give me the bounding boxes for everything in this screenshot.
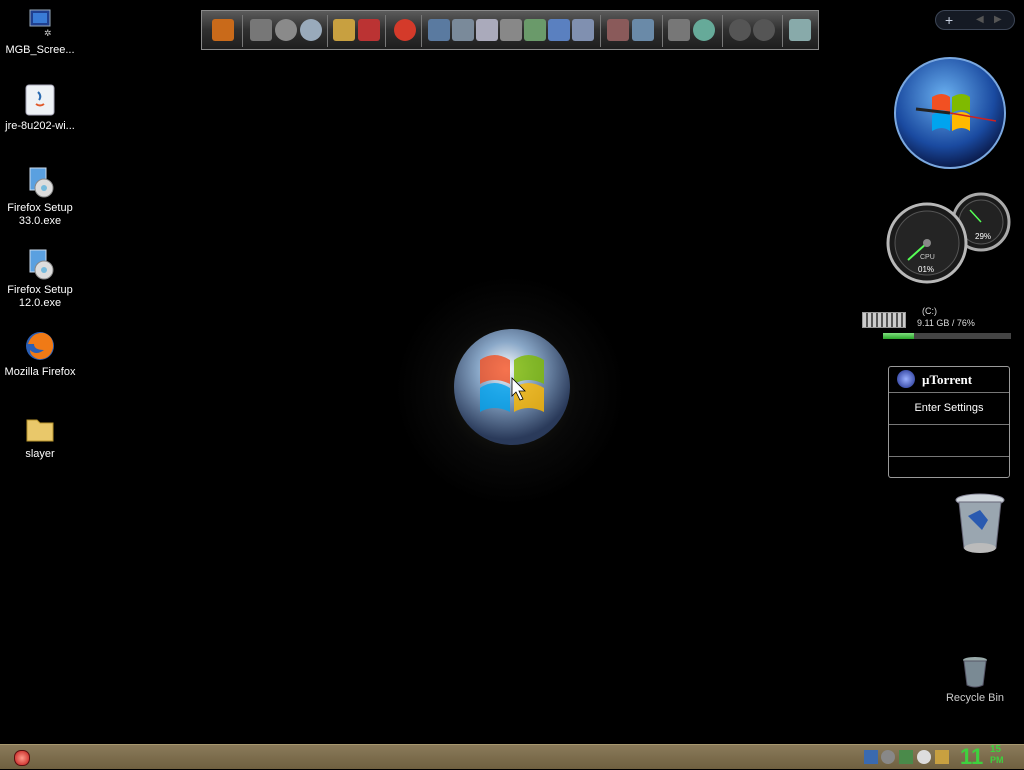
utorrent-gadget: µTorrent Enter Settings [888, 366, 1010, 478]
utorrent-empty-row [889, 425, 1009, 457]
start-button[interactable] [14, 750, 30, 766]
installer-icon [24, 166, 56, 198]
apps-grid-icon[interactable] [572, 19, 594, 41]
utorrent-title: µTorrent [922, 372, 973, 387]
trash-icon[interactable] [789, 19, 811, 41]
drive-meter-gadget[interactable]: (C:) 9.11 GB / 76% [860, 304, 1015, 342]
dock-separator [600, 15, 601, 47]
settings-icon[interactable] [668, 19, 690, 41]
desktop-icon-firefox-setup-12[interactable]: Firefox Setup 12.0.exe [0, 248, 80, 310]
cpu-label: CPU [920, 254, 935, 261]
disc-icon[interactable] [300, 19, 322, 41]
dock-toolbar [201, 10, 819, 50]
cpu-value: 01% [918, 265, 935, 274]
update-tray-icon[interactable] [899, 750, 913, 764]
tools-tray-icon[interactable] [881, 750, 895, 764]
drive-label: (C:) [922, 306, 937, 316]
enter-settings-link[interactable]: Enter Settings [889, 393, 1009, 425]
document-icon[interactable] [524, 19, 546, 41]
book-icon[interactable] [358, 19, 380, 41]
windows-orb-clock-gadget[interactable] [894, 57, 1006, 169]
dock-separator [782, 15, 783, 47]
utorrent-logo-icon [897, 370, 915, 388]
desktop-icon-label: slayer [25, 448, 55, 460]
drive-usage-fill [883, 333, 914, 339]
desktop-icon-label: Recycle Bin [945, 692, 1005, 704]
cpu-meter-gadget[interactable]: CPU 01% 29% [886, 192, 1012, 284]
desktop-icon-label: Firefox Setup 33.0.exe [7, 202, 73, 227]
dock-separator [722, 15, 723, 47]
desktop-icon-jre[interactable]: jre-8u202-wi... [0, 84, 80, 133]
wand-tray-icon[interactable] [935, 750, 949, 764]
dock-separator [421, 15, 422, 47]
screenshot-app-icon: ✲ [24, 8, 56, 40]
center-globe-logo [380, 250, 640, 520]
desktop-icon-label: MGB_Scree... [5, 44, 75, 56]
desktop-icon-label: Firefox Setup 12.0.exe [7, 284, 73, 309]
desktop-icon-mozilla-firefox[interactable]: Mozilla Firefox [0, 330, 80, 379]
desktop-icon-label: Mozilla Firefox [4, 366, 76, 378]
clock[interactable]: 11 15 PM [958, 744, 1022, 769]
system-tray [862, 748, 954, 766]
dock-separator [662, 15, 663, 47]
prev-desktop-icon[interactable]: ◀ [976, 14, 984, 25]
java-installer-icon [24, 84, 56, 116]
desktop-icon-recycle-bin[interactable]: Recycle Bin [935, 656, 1015, 705]
desktop-icon-label: jre-8u202-wi... [5, 120, 75, 132]
power-icon[interactable] [729, 19, 751, 41]
firefox-icon [24, 330, 56, 362]
clock-ampm: PM [990, 755, 1004, 765]
network-icon[interactable] [452, 19, 474, 41]
dock-separator [385, 15, 386, 47]
utorrent-header: µTorrent [889, 367, 1009, 393]
windows-logo-icon[interactable] [693, 19, 715, 41]
taskbar: 11 15 PM [0, 744, 1024, 769]
clock-hour: 11 [960, 744, 984, 769]
clapper-icon[interactable] [250, 19, 272, 41]
add-desktop-icon[interactable]: + [945, 12, 953, 28]
virtual-desktop-pager: + ◀ ▶ [935, 10, 1015, 30]
paint-palette-icon[interactable] [333, 19, 355, 41]
notepad-icon[interactable] [476, 19, 498, 41]
flash-icon[interactable] [275, 19, 297, 41]
back-arrow-icon[interactable] [753, 19, 775, 41]
desktop-icon-mgb[interactable]: ✲ MGB_Scree... [0, 8, 80, 57]
desktop-icon-slayer[interactable]: slayer [0, 412, 80, 461]
installer-icon [24, 248, 56, 280]
devices-icon[interactable] [607, 19, 629, 41]
drive-usage: 9.11 GB / 76% [917, 318, 975, 328]
tools-icon[interactable] [500, 19, 522, 41]
folder-icon [24, 412, 56, 444]
computer-icon[interactable] [428, 19, 450, 41]
dock-separator [327, 15, 328, 47]
window-icon[interactable] [632, 19, 654, 41]
network-tray-icon[interactable] [864, 750, 878, 764]
media-player-icon[interactable] [212, 19, 234, 41]
chip-icon [862, 312, 906, 328]
dock-separator [242, 15, 243, 47]
recycle-bin-icon [959, 656, 991, 688]
drive-usage-bar [883, 333, 1011, 339]
desktop-icon-firefox-setup-33[interactable]: Firefox Setup 33.0.exe [0, 166, 80, 228]
control-panel-icon[interactable] [548, 19, 570, 41]
next-desktop-icon[interactable]: ▶ [994, 14, 1002, 25]
volume-tray-icon[interactable] [917, 750, 931, 764]
svg-text:✲: ✲ [44, 28, 52, 38]
recycle-bin-gadget[interactable] [954, 492, 1006, 556]
clock-minute: 15 [990, 744, 1002, 755]
memory-value: 29% [975, 232, 992, 241]
ccleaner-icon[interactable] [394, 19, 416, 41]
